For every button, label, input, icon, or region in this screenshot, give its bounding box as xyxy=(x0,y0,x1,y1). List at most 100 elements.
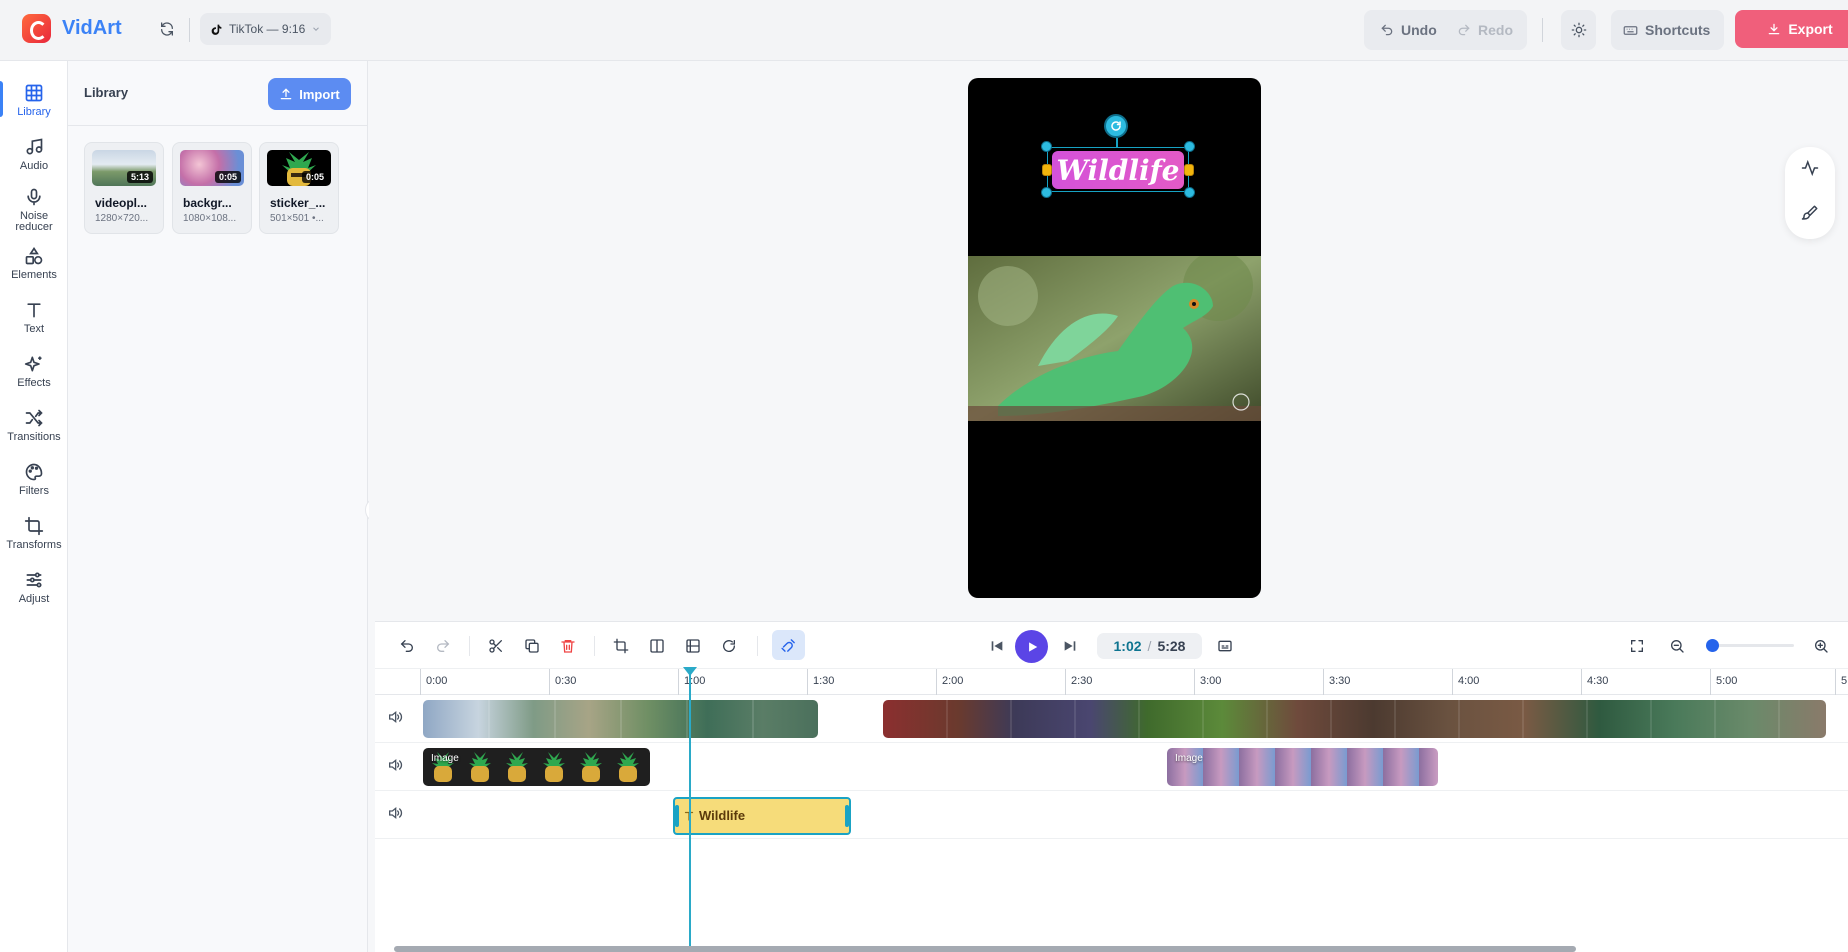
trash-icon[interactable] xyxy=(556,634,580,658)
text-clip[interactable]: Wildlife xyxy=(673,797,851,835)
timecode-display: 1:02 / 5:28 xyxy=(1097,633,1202,659)
rail-label: Noise reducer xyxy=(15,210,53,233)
library-title: Library xyxy=(84,85,129,100)
sliders-icon xyxy=(26,572,42,588)
crop-icon xyxy=(24,516,44,536)
microphone-icon xyxy=(27,188,41,206)
magnet-icon xyxy=(781,638,795,652)
playhead[interactable] xyxy=(689,669,691,946)
theme-toggle[interactable] xyxy=(1561,10,1596,50)
timeline-undo-icon[interactable] xyxy=(395,634,419,658)
clip-label: Wildlife xyxy=(699,808,746,823)
video-clip[interactable] xyxy=(883,700,1826,738)
chevron-down-icon xyxy=(313,27,320,31)
trim-handle-right[interactable] xyxy=(845,805,849,827)
shortcuts-label: Shortcuts xyxy=(1645,22,1711,38)
track-volume-icon[interactable] xyxy=(387,757,403,778)
refresh-icon[interactable] xyxy=(157,19,177,39)
rail-item-adjust[interactable]: Adjust xyxy=(0,570,68,605)
fullscreen-icon[interactable] xyxy=(1625,634,1649,658)
media-thumbnail: 0:05 xyxy=(267,150,331,186)
zoom-in-icon[interactable] xyxy=(1809,634,1833,658)
resize-handle-tl[interactable] xyxy=(1041,141,1052,152)
app-brand: VidArt xyxy=(62,17,122,39)
rail-label: Adjust xyxy=(18,593,50,605)
brush-icon[interactable] xyxy=(1800,203,1820,223)
media-thumbnail: 0:05 xyxy=(180,150,244,186)
media-meta: 1280×720... xyxy=(95,213,149,224)
rotate-handle[interactable] xyxy=(1104,114,1128,138)
download-icon xyxy=(1769,23,1780,35)
import-button[interactable]: Import xyxy=(268,78,351,110)
rail-item-filters[interactable]: Filters xyxy=(0,462,68,497)
rail-label: Transitions xyxy=(7,431,61,443)
ruler-tick: 4:00 xyxy=(1452,669,1479,695)
clip-label: Image xyxy=(431,753,459,764)
resize-handle-tr[interactable] xyxy=(1184,141,1195,152)
duplicate-icon[interactable] xyxy=(520,634,544,658)
rail-item-elements[interactable]: Elements xyxy=(0,246,68,281)
media-card-sticker[interactable]: 0:05 sticker_... 501×501 •... xyxy=(259,142,339,234)
zoom-slider-track[interactable] xyxy=(1710,644,1794,647)
rail-item-audio[interactable]: Audio xyxy=(0,137,68,172)
media-card-background[interactable]: 0:05 backgr... 1080×108... xyxy=(172,142,252,234)
time-ruler[interactable]: 0:00 0:30 1:00 1:30 2:00 2:30 3:00 3:30 … xyxy=(375,669,1848,695)
resize-handle-bl[interactable] xyxy=(1041,187,1052,198)
sparkles-icon xyxy=(24,356,42,372)
scissors-icon[interactable] xyxy=(484,634,508,658)
export-button[interactable]: Export xyxy=(1735,10,1848,48)
divider xyxy=(189,18,190,42)
split-frame-icon[interactable] xyxy=(681,634,705,658)
crop-tool-icon[interactable] xyxy=(609,634,633,658)
media-card-video[interactable]: 5:13 videopl... 1280×720... xyxy=(84,142,164,234)
shortcuts-button[interactable]: Shortcuts xyxy=(1611,10,1724,50)
waveform-icon[interactable] xyxy=(1800,158,1820,178)
platform-select[interactable]: TikTok — 9:16 xyxy=(200,13,331,45)
video-clip-frames xyxy=(488,700,754,738)
redo-button[interactable]: Redo xyxy=(1457,10,1513,50)
time-separator: / xyxy=(1147,638,1152,654)
timeline-redo-icon[interactable] xyxy=(431,634,455,658)
image-clip[interactable]: Image xyxy=(423,748,650,786)
skip-forward-icon[interactable] xyxy=(1058,634,1082,658)
resize-handle-br[interactable] xyxy=(1184,187,1195,198)
timeline-scrollbar[interactable] xyxy=(394,946,1576,952)
resize-handle-left[interactable] xyxy=(1042,164,1052,176)
image-clip[interactable]: Image xyxy=(1167,748,1438,786)
rail-label: Filters xyxy=(19,485,49,497)
video-clip[interactable] xyxy=(423,700,818,738)
rail-label: Library xyxy=(17,106,51,118)
rail-item-text[interactable]: Text xyxy=(0,300,68,335)
snap-toggle[interactable] xyxy=(772,630,805,660)
text-overlay[interactable]: Wildlife xyxy=(1052,151,1184,189)
zoom-slider-handle[interactable] xyxy=(1706,639,1719,652)
play-button[interactable] xyxy=(1015,630,1048,663)
flip-icon[interactable] xyxy=(645,634,669,658)
import-label: Import xyxy=(299,86,340,102)
track-volume-icon[interactable] xyxy=(387,709,403,730)
trim-handle-left[interactable] xyxy=(675,805,679,827)
library-icon xyxy=(25,84,43,102)
keyboard-icon xyxy=(1623,25,1638,35)
divider xyxy=(757,636,758,656)
timeline-panel: 1:02 / 5:28 0:00 0:30 1:00 1:30 2:00 2:3… xyxy=(375,621,1848,952)
total-time: 5:28 xyxy=(1157,638,1186,654)
media-name: sticker_... xyxy=(270,196,326,210)
rail-item-effects[interactable]: Effects xyxy=(0,354,68,389)
rail-item-noise-reducer[interactable]: Noise reducer xyxy=(0,187,68,233)
undo-button[interactable]: Undo xyxy=(1380,10,1437,50)
track-volume-icon[interactable] xyxy=(387,805,403,826)
ruler-tick: 5: xyxy=(1835,669,1848,695)
music-note-icon xyxy=(26,138,43,155)
rail-item-transforms[interactable]: Transforms xyxy=(0,516,68,551)
resize-handle-right[interactable] xyxy=(1184,164,1194,176)
rail-item-library[interactable]: Library xyxy=(0,83,68,118)
shapes-icon xyxy=(25,246,43,265)
rotate-clip-icon[interactable] xyxy=(717,634,741,658)
upload-icon xyxy=(280,88,292,100)
skip-back-icon[interactable] xyxy=(985,634,1009,658)
zoom-out-icon[interactable] xyxy=(1665,634,1689,658)
captions-icon[interactable] xyxy=(1213,634,1237,658)
text-overlay-selection[interactable]: Wildlife xyxy=(1041,141,1195,198)
rail-item-transitions[interactable]: Transitions xyxy=(0,408,68,443)
